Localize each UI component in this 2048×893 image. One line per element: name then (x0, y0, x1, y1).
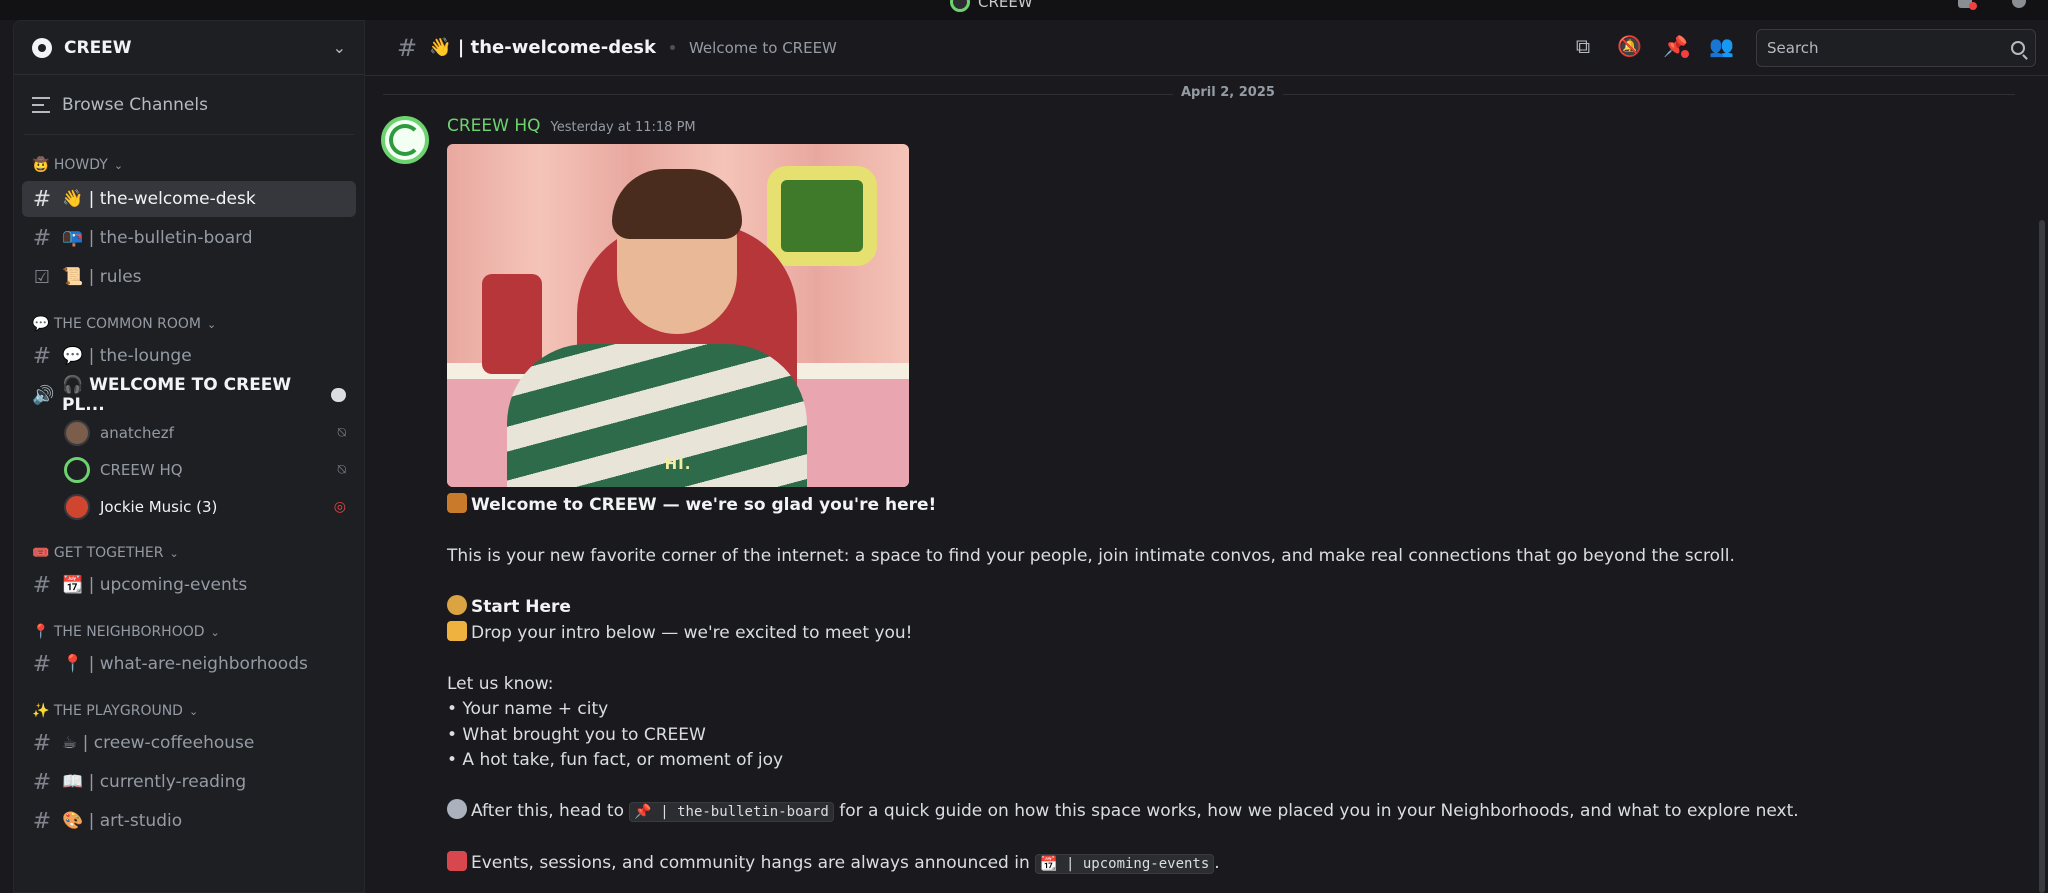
channel-the-welcome-desk[interactable]: # 👋 | the-welcome-desk (22, 181, 356, 217)
voice-user-jockie-music[interactable]: Jockie Music (3) ◎ (64, 490, 356, 524)
category-howdy[interactable]: 🤠 HOWDY ⌄ (14, 155, 364, 175)
category-common-room[interactable]: 💬 THE COMMON ROOM ⌄ (14, 314, 364, 334)
gif-attachment[interactable]: HI. (447, 144, 909, 487)
mic-muted-icon: ⍉ (337, 462, 346, 478)
separator-dot (669, 45, 675, 50)
text-channel-icon: # (32, 730, 52, 756)
channel-the-bulletin-board[interactable]: # 📭 | the-bulletin-board (22, 220, 356, 256)
voice-user-anatchezf[interactable]: anatchezf ⍉ (64, 416, 356, 450)
party-popper-icon (447, 493, 467, 513)
avatar[interactable] (381, 116, 429, 164)
chevron-down-icon: ⌄ (207, 317, 217, 331)
text-channel-icon: # (32, 769, 52, 795)
header-toolbar: ⧉ 🔕 📌 👥 (1571, 34, 1734, 58)
channel-creew-coffeehouse[interactable]: # ☕ | creew-coffeehouse (22, 725, 356, 761)
server-header[interactable]: CREEW ⌄ (14, 21, 364, 75)
bullet-item: • A hot take, fun fact, or moment of joy (447, 750, 784, 770)
chat-area: # 👋 | the-welcome-desk Welcome to CREEW … (365, 20, 2048, 893)
browse-channels-icon (32, 96, 50, 113)
browse-channels-button[interactable]: Browse Channels (24, 75, 354, 135)
ticket-icon (447, 851, 467, 871)
notifications-muted-icon[interactable]: 🔕 (1617, 34, 1642, 58)
channel-topic[interactable]: Welcome to CREEW (689, 39, 837, 57)
speech-bubble-icon (447, 799, 467, 819)
message-header: CREEW HQ Yesterday at 11:18 PM (447, 116, 2007, 138)
date-divider: April 2, 2025 (383, 85, 2015, 100)
gif-caption: HI. (664, 455, 692, 473)
threads-icon[interactable]: ⧉ (1571, 34, 1595, 58)
window-titlebar: CREEW (0, 0, 2048, 20)
message-body: CREEW HQ Yesterday at 11:18 PM HI. Welco… (447, 116, 2007, 878)
text-channel-icon: # (32, 651, 52, 677)
search-icon[interactable] (2011, 41, 2025, 55)
let-us-know: Let us know: (447, 673, 554, 694)
text-channel-icon: # (32, 225, 52, 251)
channel-currently-reading[interactable]: # 📖 | currently-reading (22, 764, 356, 800)
chat-scrollbar[interactable] (2039, 220, 2045, 893)
chevron-down-icon: ⌄ (332, 38, 346, 57)
channel-upcoming-events[interactable]: # 📆 | upcoming-events (22, 567, 356, 603)
date-divider-label: April 2, 2025 (1173, 85, 1283, 100)
chevron-down-icon: ⌄ (188, 704, 199, 718)
chat-bubble-icon[interactable] (331, 388, 346, 402)
welcome-line: Welcome to CREEW — we're so glad you're … (471, 495, 937, 515)
message-author[interactable]: CREEW HQ (447, 116, 541, 136)
category-the-playground[interactable]: ✨ THE PLAYGROUND ⌄ (14, 701, 364, 721)
mic-muted-icon: ⍉ (337, 425, 346, 441)
channel-rules[interactable]: ☑ 📜 | rules (22, 259, 356, 295)
chevron-down-icon: ⌄ (113, 158, 124, 172)
member-list-icon[interactable]: 👥 (1709, 34, 1734, 58)
avatar (64, 494, 90, 520)
channel-mention-upcoming-events[interactable]: 📆 | upcoming-events (1035, 854, 1215, 874)
search-input[interactable] (1767, 39, 2011, 57)
drop-intro-line: Drop your intro below — we're excited to… (471, 622, 913, 643)
rules-checkbox-icon: ☑ (33, 266, 51, 288)
bullet-item: • What brought you to CREEW (447, 724, 706, 745)
category-get-together[interactable]: 🎟️ GET TOGETHER ⌄ (14, 543, 364, 563)
picture-frame (767, 166, 877, 266)
text-channel-icon: # (32, 343, 52, 369)
window-title: CREEW (950, 0, 1033, 12)
phone (482, 274, 542, 374)
bullet-item: • Your name + city (447, 699, 609, 719)
message-timestamp[interactable]: Yesterday at 11:18 PM (551, 120, 696, 135)
chevron-down-icon: ⌄ (210, 625, 220, 639)
channel-art-studio[interactable]: # 🎨 | art-studio (22, 803, 356, 839)
start-here-heading: Start Here (471, 597, 571, 617)
search-box[interactable] (1756, 29, 2036, 67)
chevron-down-icon: ⌄ (169, 546, 179, 560)
compass-icon (447, 595, 467, 615)
text-channel-icon: # (32, 186, 52, 212)
browse-channels-label: Browse Channels (62, 94, 208, 115)
creew-logo-icon (950, 0, 970, 12)
server-name: CREEW (64, 37, 132, 58)
deafened-icon: ◎ (333, 499, 346, 515)
message-content: Welcome to CREEW — we're so glad you're … (447, 493, 2007, 878)
pointing-hand-icon (447, 620, 467, 641)
channel-title: 👋 | the-welcome-desk (429, 37, 656, 58)
category-the-neighborhood[interactable]: 📍 THE NEIGHBORHOOD ⌄ (14, 622, 364, 642)
pinned-messages-icon[interactable]: 📌 (1663, 34, 1689, 58)
avatar (64, 420, 90, 446)
text-channel-icon: # (32, 808, 52, 834)
intro-line: This is your new favorite corner of the … (447, 546, 1735, 566)
speaker-icon: 🔊 (32, 384, 55, 406)
avatar (64, 457, 90, 483)
voice-channel-welcome[interactable]: 🔊 🎧 WELCOME TO CREEW PL... (22, 375, 356, 415)
help-icon[interactable] (2012, 0, 2026, 8)
channel-the-lounge[interactable]: # 💬 | the-lounge (22, 338, 356, 374)
channel-what-are-neighborhoods[interactable]: # 📍 | what-are-neighborhoods (22, 646, 356, 682)
channel-mention-bulletin-board[interactable]: 📌 | the-bulletin-board (629, 802, 834, 822)
server-icon (32, 37, 52, 58)
voice-user-creew-hq[interactable]: CREEW HQ ⍉ (64, 453, 356, 487)
text-channel-icon: # (397, 33, 418, 62)
channel-sidebar: CREEW ⌄ Browse Channels 🤠 HOWDY ⌄ # 👋 | t… (13, 20, 365, 893)
text-channel-icon: # (32, 572, 52, 598)
inbox-icon[interactable] (1958, 0, 1977, 10)
channel-header: # 👋 | the-welcome-desk Welcome to CREEW … (365, 20, 2048, 76)
